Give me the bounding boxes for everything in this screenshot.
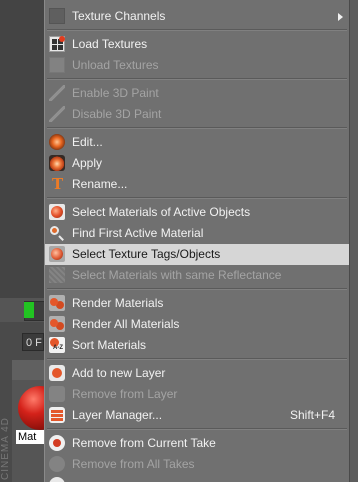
menu-item-layer-manager[interactable]: Layer Manager... Shift+F4 bbox=[45, 405, 349, 426]
layer-manager-icon bbox=[49, 407, 65, 423]
menu-item-rename[interactable]: Rename... bbox=[45, 174, 349, 195]
menu-item-label: Render All Materials bbox=[72, 317, 180, 331]
render-materials-icon bbox=[49, 295, 65, 311]
background-panel: 0 F Mat CINEMA 4D bbox=[0, 0, 62, 482]
load-textures-icon bbox=[49, 36, 65, 52]
take-remove-all-icon bbox=[49, 456, 65, 472]
menu-item-select-materials-active-objects[interactable]: Select Materials of Active Objects bbox=[45, 202, 349, 223]
menu-separator bbox=[47, 127, 347, 129]
texture-tag-icon bbox=[49, 246, 65, 262]
menu-separator bbox=[47, 358, 347, 360]
menu-item-label: Unload Textures bbox=[72, 58, 159, 72]
unload-textures-icon bbox=[49, 57, 65, 73]
menu-item-label: Disable 3D Paint bbox=[72, 107, 162, 121]
paint-brush-icon bbox=[49, 85, 65, 101]
material-context-menu: Texture Channels Load Textures Unload Te… bbox=[44, 0, 350, 482]
menu-item-label: Find First Active Material bbox=[72, 226, 204, 240]
menu-separator bbox=[47, 197, 347, 199]
render-all-materials-icon bbox=[49, 316, 65, 332]
menu-item-select-texture-tags[interactable]: Select Texture Tags/Objects bbox=[45, 244, 349, 265]
texture-channels-icon bbox=[49, 8, 65, 24]
menu-item-render-all-materials[interactable]: Render All Materials bbox=[45, 314, 349, 335]
rename-t-icon bbox=[49, 175, 65, 193]
sort-az-icon bbox=[49, 337, 65, 353]
menu-item-disable-3d-paint[interactable]: Disable 3D Paint bbox=[45, 104, 349, 125]
menu-item-enable-3d-paint[interactable]: Enable 3D Paint bbox=[45, 83, 349, 104]
menu-item-label: Select Materials with same Reflectance bbox=[72, 268, 282, 282]
current-frame-marker[interactable] bbox=[24, 302, 34, 318]
menu-item-label: Rename... bbox=[72, 177, 128, 191]
menu-item-find-first-active-material[interactable]: Find First Active Material bbox=[45, 223, 349, 244]
menu-item-label: Enable 3D Paint bbox=[72, 86, 159, 100]
menu-item-add-to-new-layer[interactable]: Add to new Layer bbox=[45, 363, 349, 384]
submenu-arrow-icon bbox=[338, 13, 343, 21]
menu-item-label: Texture Channels bbox=[72, 9, 166, 23]
material-manager-header bbox=[12, 360, 44, 380]
select-materials-icon bbox=[49, 204, 65, 220]
menu-item-sort-materials[interactable]: Sort Materials bbox=[45, 335, 349, 356]
menu-item-render-materials[interactable]: Render Materials bbox=[45, 293, 349, 314]
reflectance-icon bbox=[49, 267, 65, 283]
remove-layer-icon bbox=[49, 386, 65, 402]
menu-item-remove-from-all-takes[interactable]: Remove from All Takes bbox=[45, 454, 349, 475]
menu-item-label: Load Textures bbox=[72, 37, 148, 51]
menu-separator bbox=[47, 78, 347, 80]
menu-item-label: Remove from Current Take bbox=[72, 436, 216, 450]
menu-item-edit[interactable]: Edit... bbox=[45, 132, 349, 153]
menu-separator bbox=[47, 288, 347, 290]
menu-item-remove-from-layer[interactable]: Remove from Layer bbox=[45, 384, 349, 405]
menu-item-cut-off[interactable] bbox=[45, 475, 349, 482]
menu-item-label: Edit... bbox=[72, 135, 103, 149]
menu-item-label: Apply bbox=[72, 156, 103, 170]
menu-item-select-same-reflectance[interactable]: Select Materials with same Reflectance bbox=[45, 265, 349, 286]
menu-item-label: Render Materials bbox=[72, 296, 164, 310]
take-icon bbox=[49, 477, 65, 482]
menu-item-label: Remove from All Takes bbox=[72, 457, 195, 471]
frame-field[interactable]: 0 F bbox=[22, 333, 44, 351]
magnifier-icon bbox=[49, 225, 65, 241]
material-edit-icon bbox=[49, 134, 65, 150]
menu-item-label: Select Materials of Active Objects bbox=[72, 205, 251, 219]
paint-brush-icon bbox=[49, 106, 65, 122]
menu-item-label: Remove from Layer bbox=[72, 387, 178, 401]
menu-separator bbox=[47, 428, 347, 430]
menu-item-unload-textures[interactable]: Unload Textures bbox=[45, 55, 349, 76]
add-layer-icon bbox=[49, 365, 65, 381]
shortcut-label: Shift+F4 bbox=[289, 408, 335, 422]
brand-watermark: CINEMA 4D bbox=[0, 417, 11, 480]
menu-item-label: Add to new Layer bbox=[72, 366, 166, 380]
menu-item-apply[interactable]: Apply bbox=[45, 153, 349, 174]
menu-item-remove-from-current-take[interactable]: Remove from Current Take bbox=[45, 433, 349, 454]
take-remove-icon bbox=[49, 435, 65, 451]
viewport-area bbox=[0, 0, 44, 298]
menu-separator bbox=[47, 29, 347, 31]
menu-item-load-textures[interactable]: Load Textures bbox=[45, 34, 349, 55]
material-name-label[interactable]: Mat bbox=[16, 430, 46, 444]
menu-item-label: Sort Materials bbox=[72, 338, 147, 352]
menu-item-label: Layer Manager... bbox=[72, 408, 163, 422]
menu-item-label: Select Texture Tags/Objects bbox=[72, 247, 221, 261]
menu-item-texture-channels[interactable]: Texture Channels bbox=[45, 6, 349, 27]
material-apply-icon bbox=[49, 155, 65, 171]
